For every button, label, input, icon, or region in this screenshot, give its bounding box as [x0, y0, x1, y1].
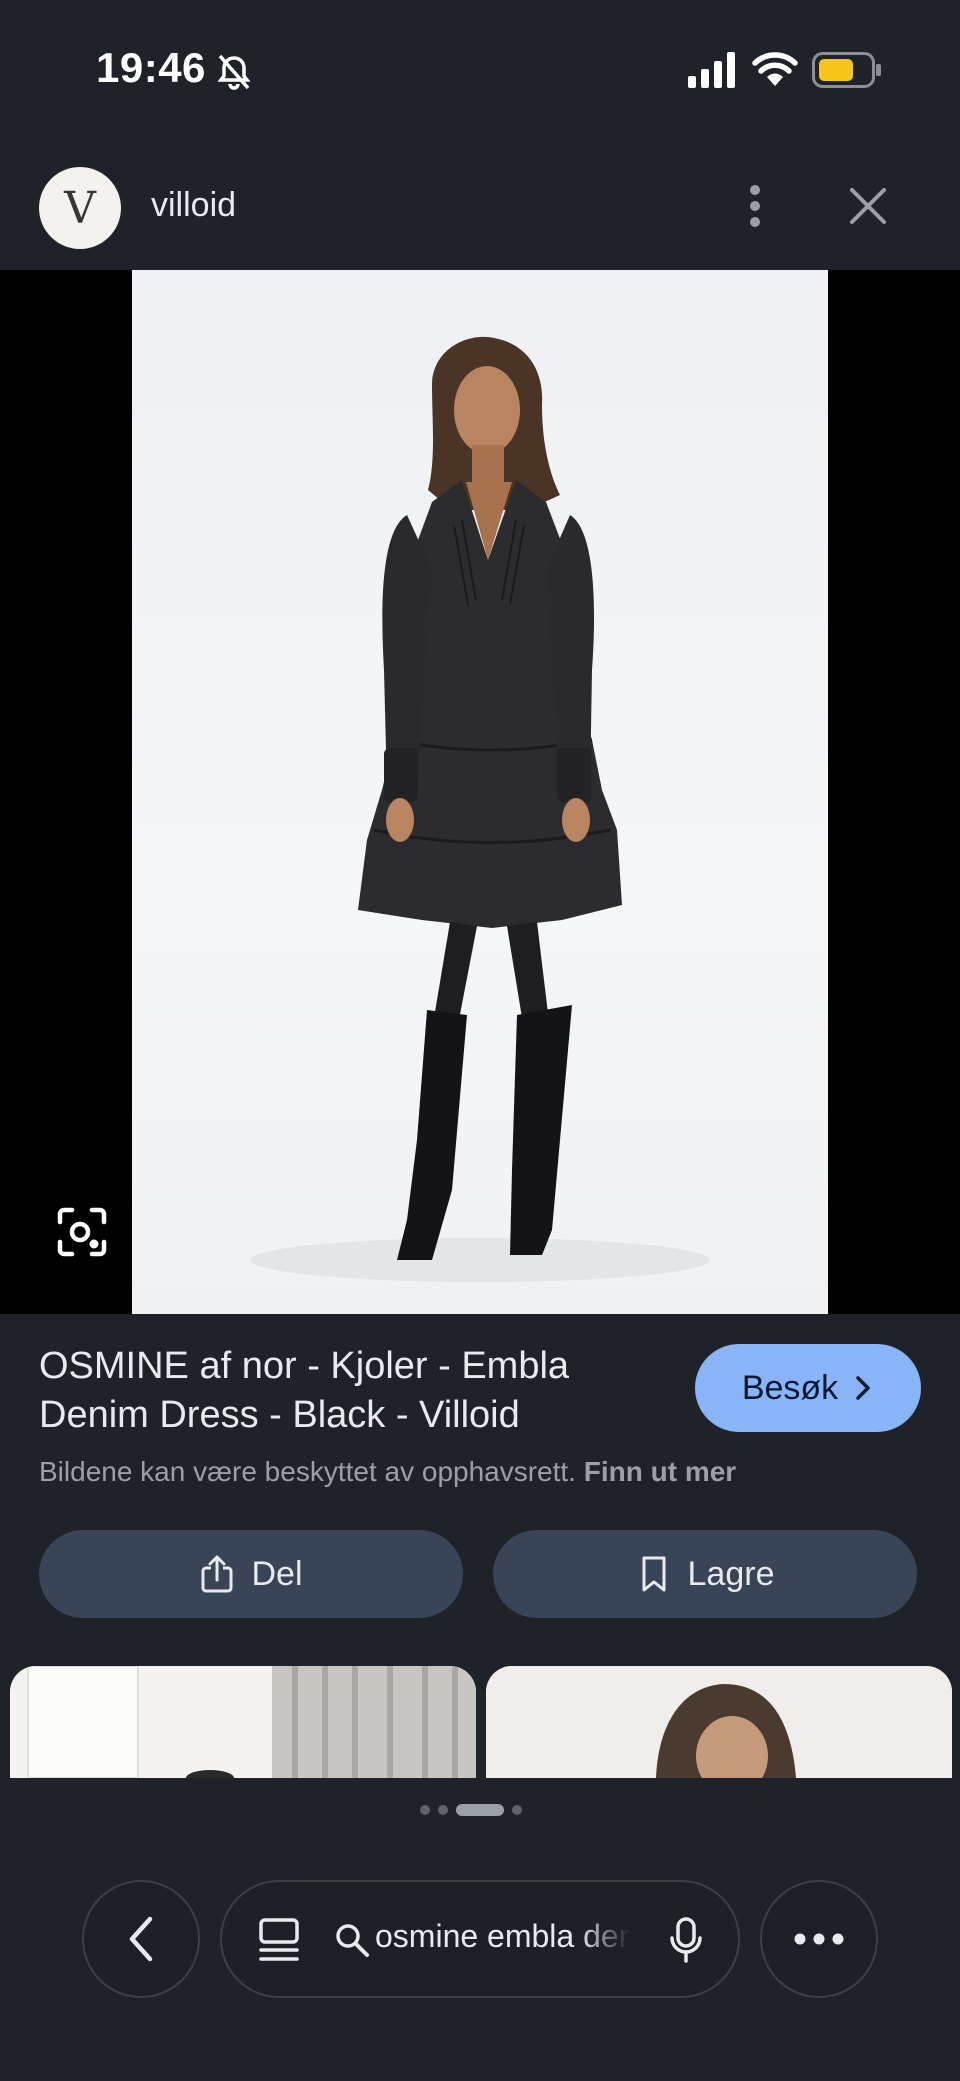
status-time: 19:46 — [96, 44, 206, 91]
product-photo[interactable] — [132, 270, 828, 1314]
more-horiz-icon — [794, 1933, 844, 1945]
page-indicator — [420, 1803, 540, 1817]
related-image-thumbnail[interactable] — [10, 1666, 476, 1778]
page-dot — [420, 1805, 430, 1815]
visit-button[interactable]: Besøk — [695, 1344, 921, 1432]
search-icon — [336, 1924, 369, 1957]
site-logo[interactable]: V — [39, 167, 121, 249]
chevron-left-icon — [129, 1916, 153, 1962]
tabs-icon[interactable] — [258, 1917, 300, 1963]
share-button[interactable]: Del — [39, 1530, 463, 1618]
battery-icon — [812, 52, 881, 88]
wifi-icon — [752, 52, 798, 86]
page-dot — [438, 1805, 448, 1815]
related-image-thumbnail[interactable] — [486, 1666, 952, 1778]
result-title: OSMINE af nor - Kjoler - Embla Denim Dre… — [39, 1345, 570, 1436]
page-dot — [512, 1805, 522, 1815]
bell-off-icon — [217, 54, 251, 90]
copyright-text: Bildene kan være beskyttet av opphavsret… — [39, 1456, 576, 1487]
signal-icon — [688, 52, 735, 88]
page-dot-active — [456, 1804, 504, 1816]
more-options-button[interactable] — [760, 1880, 878, 1998]
back-button[interactable] — [82, 1880, 200, 1998]
microphone-icon[interactable] — [668, 1916, 704, 1964]
share-icon — [201, 1555, 233, 1593]
save-button[interactable]: Lagre — [493, 1530, 917, 1618]
share-label: Del — [251, 1554, 303, 1593]
close-icon[interactable] — [848, 186, 888, 226]
more-vert-icon[interactable] — [740, 183, 770, 229]
save-label: Lagre — [687, 1554, 775, 1593]
bookmark-icon — [642, 1556, 666, 1592]
model-in-dress-illustration — [250, 336, 710, 1282]
learn-more-link[interactable]: Finn ut mer — [584, 1456, 736, 1487]
room-scene-illustration — [10, 1666, 476, 1778]
chevron-right-icon — [856, 1376, 870, 1400]
site-name[interactable]: villoid — [151, 186, 236, 225]
visit-button-label: Besøk — [741, 1368, 839, 1407]
copyright-notice: Bildene kan være beskyttet av opphavsret… — [39, 1456, 736, 1488]
lens-search-icon[interactable] — [56, 1206, 108, 1258]
search-query[interactable]: osmine embla denim dress — [375, 1918, 630, 1955]
model-portrait-illustration — [486, 1666, 952, 1778]
site-logo-letter: V — [64, 182, 96, 234]
